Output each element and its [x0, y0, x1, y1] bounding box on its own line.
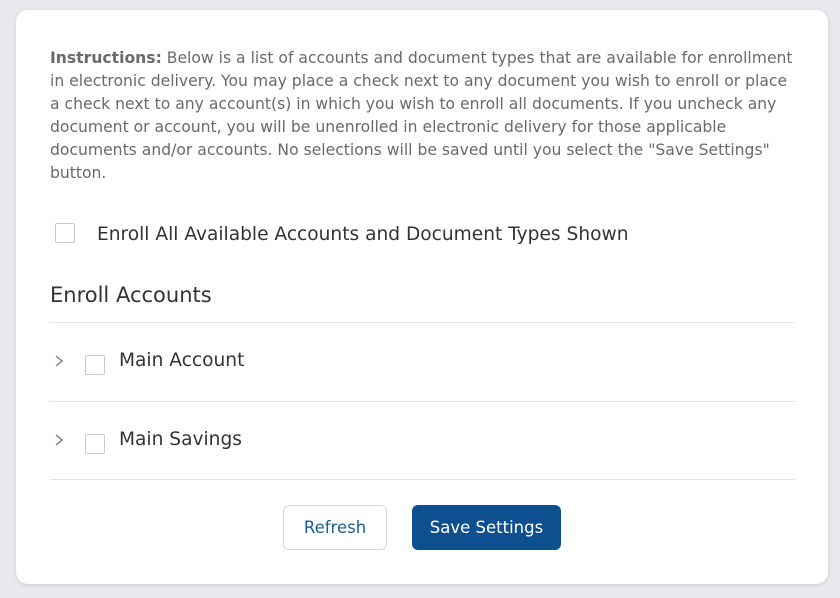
chevron-right-icon[interactable]	[52, 433, 66, 447]
enroll-all-checkbox[interactable]	[55, 223, 75, 243]
instructions-label: Instructions:	[50, 49, 162, 67]
instructions-body: Below is a list of accounts and document…	[50, 49, 793, 182]
account-label-main-savings: Main Savings	[119, 429, 242, 450]
main-account-checkbox[interactable]	[85, 355, 105, 375]
enrollment-card: Instructions: Below is a list of account…	[16, 10, 828, 584]
refresh-button[interactable]: Refresh	[283, 505, 387, 550]
save-settings-button[interactable]: Save Settings	[412, 505, 561, 550]
row-divider	[50, 479, 795, 480]
account-row-main-account: Main Account	[50, 323, 795, 401]
account-row-main-savings: Main Savings	[50, 402, 795, 480]
instructions-text: Instructions: Below is a list of account…	[50, 47, 796, 185]
main-savings-checkbox[interactable]	[85, 434, 105, 454]
account-label-main-account: Main Account	[119, 350, 245, 371]
chevron-right-icon[interactable]	[52, 354, 66, 368]
enroll-all-label: Enroll All Available Accounts and Docume…	[97, 224, 629, 245]
section-title: Enroll Accounts	[50, 283, 212, 307]
